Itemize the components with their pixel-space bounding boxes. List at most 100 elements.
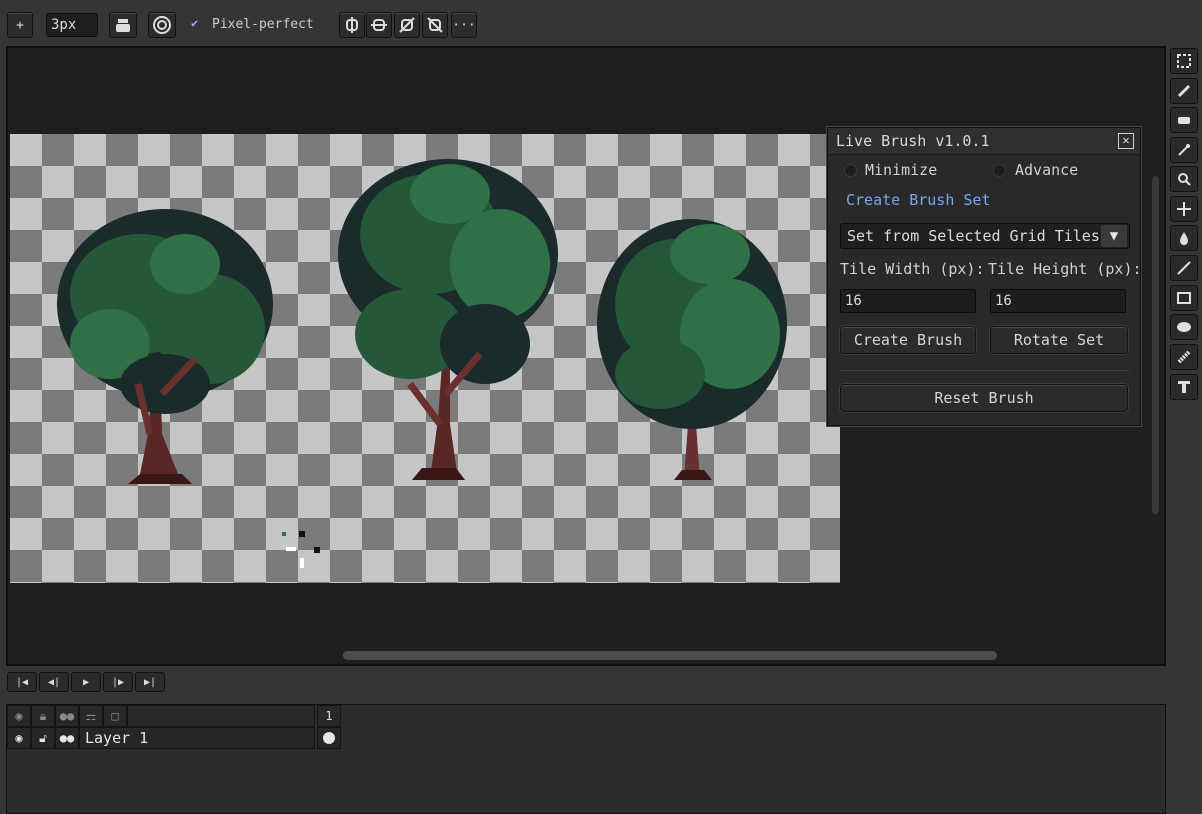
zoom-tool[interactable] xyxy=(1170,166,1198,192)
link-icon: ●● xyxy=(59,709,75,723)
panel-title: Live Brush v1.0.1 xyxy=(836,132,990,150)
link-icon: ●● xyxy=(59,731,75,745)
layer-lock-toggle[interactable]: 🔓︎ xyxy=(31,727,55,749)
lock-header[interactable]: 🔒︎ xyxy=(31,705,55,727)
tree-right xyxy=(597,219,787,480)
rotate-set-button[interactable]: Rotate Set xyxy=(990,326,1128,354)
brush-shape-icon xyxy=(116,19,130,32)
set-source-dropdown[interactable]: Set from Selected Grid Tiles ▼ xyxy=(840,223,1130,249)
tile-height-label: Tile Height (px): xyxy=(988,260,1142,278)
brush-size-field[interactable]: 3px xyxy=(46,13,98,37)
vertical-scrollbar[interactable] xyxy=(1152,176,1159,514)
eyedropper-tool[interactable] xyxy=(1170,137,1198,163)
set-source-value: Set from Selected Grid Tiles xyxy=(847,227,1100,245)
eraser-tool[interactable] xyxy=(1170,107,1198,133)
fill-icon xyxy=(1180,232,1188,245)
more-label: ··· xyxy=(452,17,476,33)
frame-cel[interactable] xyxy=(317,727,341,749)
close-button[interactable]: ✕ xyxy=(1118,133,1134,149)
advance-checkbox[interactable] xyxy=(993,164,1006,177)
symmetry-antidiagonal-button[interactable] xyxy=(422,12,448,38)
line-icon xyxy=(1177,261,1191,275)
tree-left xyxy=(57,209,273,484)
add-label: + xyxy=(16,17,24,33)
cel-dot-icon xyxy=(323,732,335,744)
eye-icon: ◉ xyxy=(15,731,23,745)
blur-icon xyxy=(1177,350,1191,364)
lock-icon: 🔒︎ xyxy=(39,708,47,723)
minimize-checkbox[interactable] xyxy=(844,164,857,177)
more-options-button[interactable]: ··· xyxy=(451,12,477,38)
layers-area: ◉ 🔒︎ ●● ⚎ □ 1 ◉ 🔓︎ ●● Layer 1 xyxy=(6,704,1166,814)
play-button[interactable]: ▶ xyxy=(71,672,101,692)
text-icon xyxy=(1178,381,1190,393)
advance-label: Advance xyxy=(1015,161,1079,179)
diagonal-symmetry-icon xyxy=(399,17,415,33)
link-header[interactable]: ●● xyxy=(55,705,79,727)
layer-row[interactable]: Layer 1 xyxy=(79,727,315,749)
horizontal-scrollbar[interactable] xyxy=(343,651,997,660)
pixel-perfect-label: Pixel-perfect xyxy=(212,17,314,32)
last-frame-button[interactable]: ▶| xyxy=(135,672,165,692)
crosshair-cursor xyxy=(282,531,320,568)
live-brush-panel: Live Brush v1.0.1 ✕ Minimize Advance Cre… xyxy=(827,127,1142,426)
trees-artwork xyxy=(57,159,787,568)
square-icon: □ xyxy=(111,709,119,723)
blur-tool[interactable] xyxy=(1170,344,1198,370)
target-icon xyxy=(153,16,171,34)
previous-frame-icon: ◀| xyxy=(47,676,61,688)
brush-type-button[interactable] xyxy=(109,12,137,38)
previous-frame-button[interactable]: ◀| xyxy=(39,672,69,692)
tile-width-label: Tile Width (px): xyxy=(840,260,985,278)
sprite-canvas[interactable] xyxy=(10,134,840,583)
ink-button[interactable] xyxy=(148,12,176,38)
layer-visibility-toggle[interactable]: ◉ xyxy=(7,727,31,749)
frame-header[interactable]: □ xyxy=(103,705,127,727)
top-toolbar: + 3px ✔ Pixel-perfect ··· xyxy=(0,0,1202,46)
symmetry-vertical-button[interactable] xyxy=(339,12,365,38)
frame-number[interactable]: 1 xyxy=(317,705,341,727)
eyedropper-icon xyxy=(1178,144,1190,156)
layer-header-spacer xyxy=(127,705,315,727)
marquee-icon xyxy=(1177,54,1191,68)
hierarchy-icon: ⚎ xyxy=(85,709,97,723)
marquee-tool[interactable] xyxy=(1170,48,1198,74)
pencil-icon xyxy=(1177,84,1191,98)
move-tool[interactable] xyxy=(1170,196,1198,222)
pencil-tool[interactable] xyxy=(1170,78,1198,104)
chevron-down-icon[interactable]: ▼ xyxy=(1101,225,1127,247)
move-icon xyxy=(1177,202,1191,216)
antidiagonal-symmetry-icon xyxy=(427,17,443,33)
vertical-symmetry-icon xyxy=(346,17,358,33)
first-frame-button[interactable]: |◀ xyxy=(7,672,37,692)
symmetry-horizontal-button[interactable] xyxy=(366,12,392,38)
minimize-label: Minimize xyxy=(865,161,938,179)
zoom-icon xyxy=(1178,173,1191,186)
ellipse-icon xyxy=(1177,322,1191,332)
rectangle-icon xyxy=(1177,292,1191,304)
divider xyxy=(840,370,1130,371)
create-brush-set-link[interactable]: Create Brush Set xyxy=(846,191,991,209)
visibility-header[interactable]: ◉ xyxy=(7,705,31,727)
layer-link-toggle[interactable]: ●● xyxy=(55,727,79,749)
layer-tree-header[interactable]: ⚎ xyxy=(79,705,103,727)
next-frame-button[interactable]: |▶ xyxy=(103,672,133,692)
tree-middle xyxy=(338,159,558,480)
rectangle-tool[interactable] xyxy=(1170,285,1198,311)
symmetry-diagonal-button[interactable] xyxy=(394,12,420,38)
ellipse-tool[interactable] xyxy=(1170,314,1198,340)
tile-width-input[interactable]: 16 xyxy=(840,289,976,313)
horizontal-symmetry-icon xyxy=(371,19,387,31)
pixel-perfect-checkbox[interactable]: ✔ xyxy=(191,17,203,29)
text-tool[interactable] xyxy=(1170,374,1198,400)
add-brush-button[interactable]: + xyxy=(7,12,33,38)
fill-tool[interactable] xyxy=(1170,225,1198,251)
first-frame-icon: |◀ xyxy=(15,676,29,688)
line-tool[interactable] xyxy=(1170,255,1198,281)
tile-height-input[interactable]: 16 xyxy=(990,289,1126,313)
create-brush-button[interactable]: Create Brush xyxy=(840,326,976,354)
play-icon: ▶ xyxy=(82,676,90,688)
eraser-icon xyxy=(1178,117,1190,124)
eye-icon: ◉ xyxy=(15,709,23,723)
reset-brush-button[interactable]: Reset Brush xyxy=(840,384,1128,412)
